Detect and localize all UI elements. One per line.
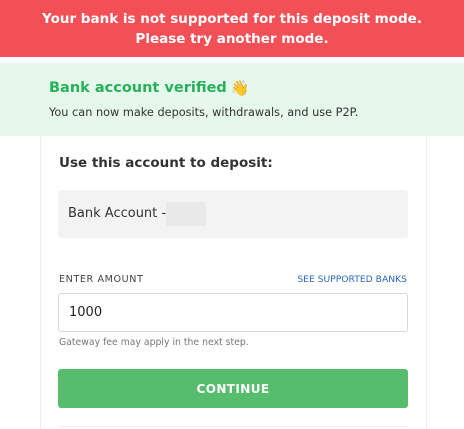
verified-notice: Bank account verified 👋 You can now make … [0, 63, 464, 136]
continue-button[interactable]: CONTINUE [58, 369, 408, 408]
bank-account-selector[interactable]: Bank Account - [58, 190, 408, 238]
gateway-fee-note: Gateway fee may apply in the next step. [59, 337, 249, 348]
deposit-heading: Use this account to deposit: [59, 155, 273, 171]
verified-title: Bank account verified [49, 80, 227, 96]
verified-title-row: Bank account verified 👋 [49, 79, 249, 97]
error-banner: Your bank is not supported for this depo… [0, 0, 464, 57]
bank-account-label: Bank Account - [68, 206, 167, 221]
waving-hand-icon: 👋 [230, 79, 250, 97]
divider [58, 426, 408, 427]
masked-account-number [166, 202, 206, 226]
verified-subtitle: You can now make deposits, withdrawals, … [49, 106, 359, 119]
error-message-line2: Please try another mode. [135, 31, 329, 47]
see-supported-banks-link[interactable]: SEE SUPPORTED BANKS [297, 274, 407, 285]
error-message-line1: Your bank is not supported for this depo… [42, 11, 422, 27]
amount-label: ENTER AMOUNT [59, 274, 144, 285]
amount-input[interactable] [58, 293, 408, 332]
